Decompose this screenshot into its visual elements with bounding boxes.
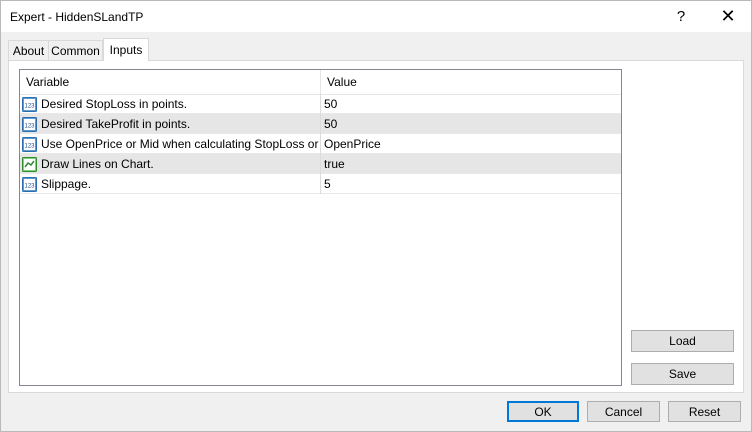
row-value[interactable]: 50: [321, 94, 621, 114]
table-row[interactable]: Draw Lines on Chart. true: [20, 154, 621, 174]
table-row[interactable]: 123 Desired TakeProfit in points. 50: [20, 114, 621, 134]
inputs-grid[interactable]: Variable Value 123 Desired StopLoss in p…: [19, 69, 622, 386]
ok-button[interactable]: OK: [507, 401, 579, 422]
table-row[interactable]: 123 Slippage. 5: [20, 174, 621, 194]
integer-param-icon: 123: [22, 136, 37, 152]
title-bar: Expert - HiddenSLandTP ? ✕: [1, 1, 751, 32]
boolean-param-icon: [22, 156, 37, 172]
row-variable: Desired TakeProfit in points.: [41, 117, 191, 131]
svg-text:123: 123: [24, 143, 35, 149]
row-variable-cell: 123 Desired StopLoss in points.: [20, 94, 321, 114]
save-button[interactable]: Save: [631, 363, 734, 385]
row-value[interactable]: OpenPrice: [321, 134, 621, 154]
row-value[interactable]: 50: [321, 114, 621, 134]
close-button[interactable]: ✕: [705, 1, 751, 32]
table-row[interactable]: 123 Desired StopLoss in points. 50: [20, 94, 621, 114]
help-button[interactable]: ?: [658, 1, 704, 32]
row-value[interactable]: true: [321, 154, 621, 174]
table-row[interactable]: 123 Use OpenPrice or Mid when calculatin…: [20, 134, 621, 154]
row-variable-cell: 123 Desired TakeProfit in points.: [20, 114, 321, 134]
tab-inputs[interactable]: Inputs: [103, 38, 149, 61]
integer-param-icon: 123: [22, 116, 37, 132]
row-variable-cell: Draw Lines on Chart.: [20, 154, 321, 174]
tab-about[interactable]: About: [8, 40, 49, 60]
header-variable[interactable]: Variable: [20, 70, 321, 94]
header-value[interactable]: Value: [321, 70, 621, 94]
cancel-button[interactable]: Cancel: [587, 401, 660, 422]
row-variable: Draw Lines on Chart.: [41, 157, 154, 171]
integer-param-icon: 123: [22, 176, 37, 192]
row-variable: Desired StopLoss in points.: [41, 97, 188, 111]
load-button[interactable]: Load: [631, 330, 734, 352]
grid-header: Variable Value: [20, 70, 621, 95]
row-value[interactable]: 5: [321, 174, 621, 194]
integer-param-icon: 123: [22, 96, 37, 112]
window-title: Expert - HiddenSLandTP: [10, 10, 144, 24]
row-variable: Use OpenPrice or Mid when calculating St…: [41, 137, 321, 151]
svg-text:123: 123: [24, 103, 35, 109]
tab-common[interactable]: Common: [48, 40, 103, 60]
row-variable-cell: 123 Use OpenPrice or Mid when calculatin…: [20, 134, 321, 154]
row-variable: Slippage.: [41, 177, 92, 191]
svg-text:123: 123: [24, 123, 35, 129]
reset-button[interactable]: Reset: [668, 401, 741, 422]
svg-text:123: 123: [24, 183, 35, 189]
row-variable-cell: 123 Slippage.: [20, 174, 321, 194]
